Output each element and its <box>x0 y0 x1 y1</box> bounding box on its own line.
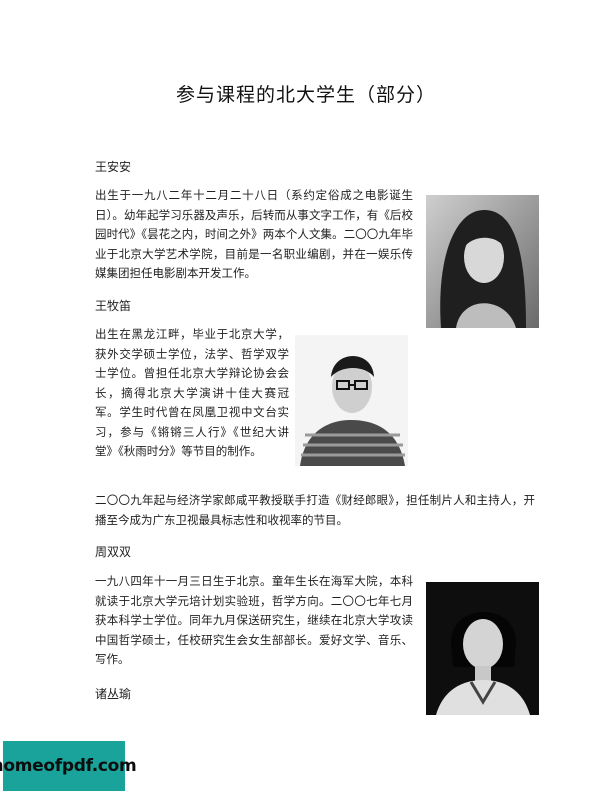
person-bio-3: 一九八四年十一月三日生于北京。童年生长在海军大院，本科就读于北京大学元培计划实验… <box>95 574 413 666</box>
portrait-photo-1 <box>426 195 539 328</box>
watermark-logo: homeofpdf.com <box>0 741 137 791</box>
page-title: 参与课程的北大学生（部分） <box>175 84 436 106</box>
person-name-3: 周双双 <box>95 545 132 559</box>
person-name-1: 王安安 <box>95 160 132 174</box>
watermark-text: homeofpdf.com <box>0 756 137 776</box>
portrait-photo-3 <box>426 582 539 715</box>
person-bio-2-continued: 二〇〇九年起与经济学家郎咸平教授联手打造《财经郎眼》，担任制片人和主持人，开播至… <box>95 493 535 527</box>
person-bio-1: 出生于一九八二年十二月二十八日（系约定俗成之电影诞生日）。幼年起学习乐器及声乐，… <box>95 188 413 280</box>
person-bio-2: 出生在黑龙江畔，毕业于北京大学，获外交学硕士学位，法学、哲学双学士学位。曾担任北… <box>95 327 289 458</box>
person-name-2: 王牧笛 <box>95 299 132 313</box>
portrait-photo-2 <box>295 335 408 466</box>
person-name-4: 诸丛瑜 <box>95 687 132 701</box>
